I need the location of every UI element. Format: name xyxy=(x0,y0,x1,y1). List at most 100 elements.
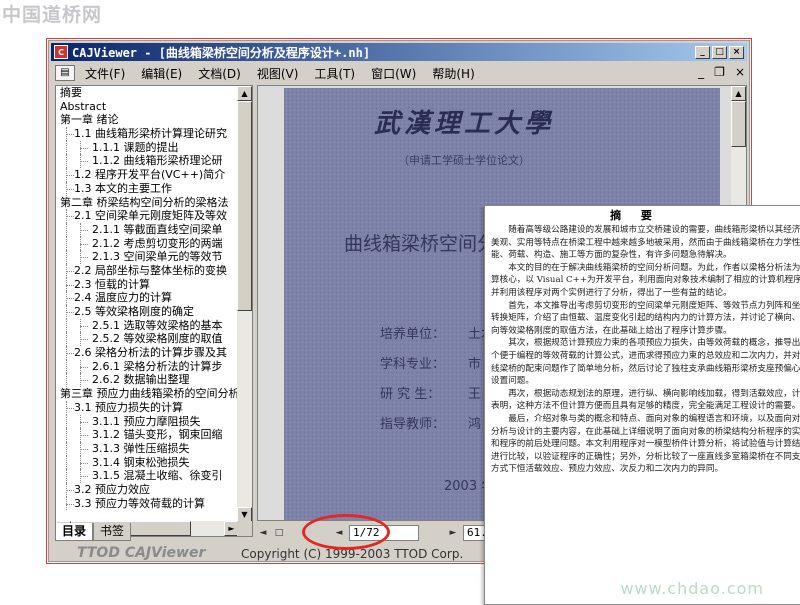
nav-left-arrow-icon[interactable]: ◄ xyxy=(257,526,269,540)
tree-connector xyxy=(66,140,67,155)
tree-connector xyxy=(80,236,81,251)
tree-connector xyxy=(80,441,81,456)
tree-connector xyxy=(66,175,74,177)
toc-item[interactable]: 2.5.2 等效梁格刚度的取值 xyxy=(56,332,239,347)
tree-connector xyxy=(80,222,81,237)
toc-item[interactable]: 2.6 梁格分析法的计算步骤及其 xyxy=(56,346,239,360)
toc-item-label: 3.2 预应力效应 xyxy=(74,482,150,496)
document-menu-icon[interactable]: ▤ xyxy=(55,65,75,81)
cover-field-label: 培养单位： xyxy=(380,326,445,342)
toc-item[interactable]: 3.1 预应力损失的计算 xyxy=(56,400,239,415)
close-button[interactable]: × xyxy=(729,45,744,59)
toc-item[interactable]: 1.3 本文的主要工作 xyxy=(56,181,239,196)
toc-item[interactable]: 2.6.2 数据输出整理 xyxy=(56,373,239,388)
toc-item[interactable]: 摘要 xyxy=(56,86,239,100)
toc-item[interactable]: 2.1.2 考虑剪切变形的两端 xyxy=(56,236,239,251)
toc-item[interactable]: 3.1.4 钢束松弛损失 xyxy=(56,455,239,470)
tree-connector xyxy=(66,373,67,388)
toc-item-label: 1.1.1 课题的提出 xyxy=(92,140,179,154)
toc-item[interactable]: 2.5.1 选取等效梁格的基本 xyxy=(56,318,239,333)
toc-item[interactable]: 2.5 等效梁格刚度的确定 xyxy=(56,305,239,319)
tree-connector xyxy=(80,140,81,155)
toc-item-label: 2.1 空间梁单元刚度矩阵及等效 xyxy=(74,209,227,223)
toc-item[interactable]: 1.1.2 曲线箱形梁桥理论研 xyxy=(56,154,239,169)
toc-item[interactable]: 3.1.2 锚头变形，钢束回缩 xyxy=(56,428,239,442)
scroll-up-arrow-icon[interactable]: ▲ xyxy=(731,86,746,101)
tab-bookmarks[interactable]: 书签 xyxy=(93,523,132,541)
toc-item[interactable]: 第二章 桥梁结构空间分析的梁格法 xyxy=(56,196,239,210)
next-page-button[interactable]: ► xyxy=(447,526,459,540)
toc-item[interactable]: 2.1.3 空间梁单元的等效节 xyxy=(56,250,239,264)
toc-item-label: 摘要 xyxy=(60,86,82,99)
tree-connector xyxy=(80,154,81,169)
abstract-paragraph: 首先，本文推导出考虑剪切变形的空间梁单元刚度矩阵、等效节点力列阵和坐标转换矩阵，… xyxy=(491,300,800,336)
toc-item[interactable]: Abstract xyxy=(56,100,239,114)
toc-item[interactable]: 2.6.1 梁格分析法的计算步 xyxy=(56,359,239,374)
toc-item-label: 3.3 预应力等效荷载的计算 xyxy=(74,496,205,510)
toc-item[interactable]: 3.1.3 弹性压缩损失 xyxy=(56,441,239,456)
toc-vertical-scrollbar[interactable]: ▲ ▼ xyxy=(237,86,252,522)
tree-connector xyxy=(66,216,74,218)
menu-file[interactable]: 文件(F) xyxy=(85,65,125,82)
tree-connector xyxy=(80,435,88,437)
toc-item-label: 2.5.1 选取等效梁格的基本 xyxy=(92,318,223,332)
toc-item-label: 2.6.1 梁格分析法的计算步 xyxy=(92,359,223,373)
minimize-button[interactable]: _ xyxy=(695,45,710,59)
toc-item[interactable]: 2.1.1 等截面直线空间梁单 xyxy=(56,222,239,237)
nav-square-icon[interactable]: □ xyxy=(273,526,285,540)
menu-window[interactable]: 窗口(W) xyxy=(371,65,416,82)
tree-connector xyxy=(80,325,88,327)
toc-item-label: 3.1.5 混凝土收缩、徐变引 xyxy=(92,469,223,483)
menu-document[interactable]: 文档(D) xyxy=(198,65,241,82)
scroll-down-arrow-icon[interactable]: ▼ xyxy=(237,507,252,522)
degree-type: （申请工学硕士学位论文） xyxy=(398,153,530,167)
tab-contents[interactable]: 目录 xyxy=(55,523,94,541)
toc-item-label: 3.1.1 预应力摩阻损失 xyxy=(92,414,201,428)
tree-connector xyxy=(66,359,67,374)
mdi-minimize-button[interactable]: _ xyxy=(698,65,704,79)
scroll-up-arrow-icon[interactable]: ▲ xyxy=(237,86,252,101)
tree-connector xyxy=(66,270,74,272)
toc-item[interactable]: 3.3 预应力等效荷载的计算 xyxy=(56,496,239,511)
toc-item[interactable]: 2.2 局部坐标与整体坐标的变换 xyxy=(56,263,239,278)
watermark-url: www.chdao.com xyxy=(620,579,764,598)
toc-item-label: 2.3 恒载的计算 xyxy=(74,277,150,291)
toc-item[interactable]: 1.1 曲线箱形梁桥计算理论研究 xyxy=(56,127,239,141)
toc-item[interactable]: 1.1.1 课题的提出 xyxy=(56,140,239,155)
menu-help[interactable]: 帮助(H) xyxy=(432,65,474,82)
menu-tools[interactable]: 工具(T) xyxy=(314,65,355,82)
mdi-close-button[interactable]: × xyxy=(735,65,745,79)
mdi-restore-button[interactable]: ❐ xyxy=(714,65,725,79)
tree-connector xyxy=(80,161,88,163)
toc-tree: 摘要 Abstract 第一章 绪论 1.1 曲线箱形梁桥计算理论研究 1.1.1 课题… xyxy=(56,86,239,522)
toc-item[interactable]: 1.2 程序开发平台(VC++)简介 xyxy=(56,168,239,182)
toc-item[interactable]: 2.4 温度应力的计算 xyxy=(56,291,239,305)
abstract-paragraph: 最后，介绍对象与类的概念和特点、面向对象的编程语言和环境，以及面向对象分析与设计… xyxy=(491,413,800,475)
scroll-thumb[interactable] xyxy=(237,101,252,311)
toc-item[interactable]: 第一章 绪论 xyxy=(56,113,239,127)
university-name: 武漢理工大學 xyxy=(374,109,554,139)
toc-item-label: 2.5 等效梁格刚度的确定 xyxy=(74,305,194,318)
tree-connector xyxy=(66,318,67,333)
toc-item[interactable]: 3.2 预应力效应 xyxy=(56,482,239,497)
cover-field-label: 学科专业： xyxy=(380,356,445,372)
toc-item-label: 第一章 绪论 xyxy=(60,113,119,127)
toc-item[interactable]: 3.1.5 混凝土收缩、徐变引 xyxy=(56,469,239,483)
tree-connector xyxy=(66,312,74,313)
toc-item[interactable]: 2.3 恒载的计算 xyxy=(56,277,239,292)
maximize-button[interactable]: □ xyxy=(712,45,727,59)
tree-connector xyxy=(80,359,81,374)
scroll-thumb[interactable] xyxy=(731,101,746,147)
tree-connector xyxy=(80,448,88,450)
menu-edit[interactable]: 编辑(E) xyxy=(141,65,182,82)
menu-view[interactable]: 视图(V) xyxy=(257,65,299,82)
toc-item[interactable]: 3.1.1 预应力摩阻损失 xyxy=(56,414,239,429)
toc-item[interactable]: 2.1 空间梁单元刚度矩阵及等效 xyxy=(56,209,239,223)
tree-connector xyxy=(66,250,67,264)
watermark-site-name: 中国道桥网 xyxy=(2,4,103,26)
toc-item[interactable]: 第三章 预应力曲线箱梁桥的空间分析 xyxy=(56,387,239,401)
app-logo-icon: C xyxy=(54,45,68,59)
toc-item-label: 1.1.2 曲线箱形梁桥理论研 xyxy=(92,154,223,168)
tree-connector xyxy=(66,428,67,442)
title-bar[interactable]: C CAJViewer - [曲线箱梁桥空间分析及程序设计+.nh] _ □ × xyxy=(51,43,747,61)
